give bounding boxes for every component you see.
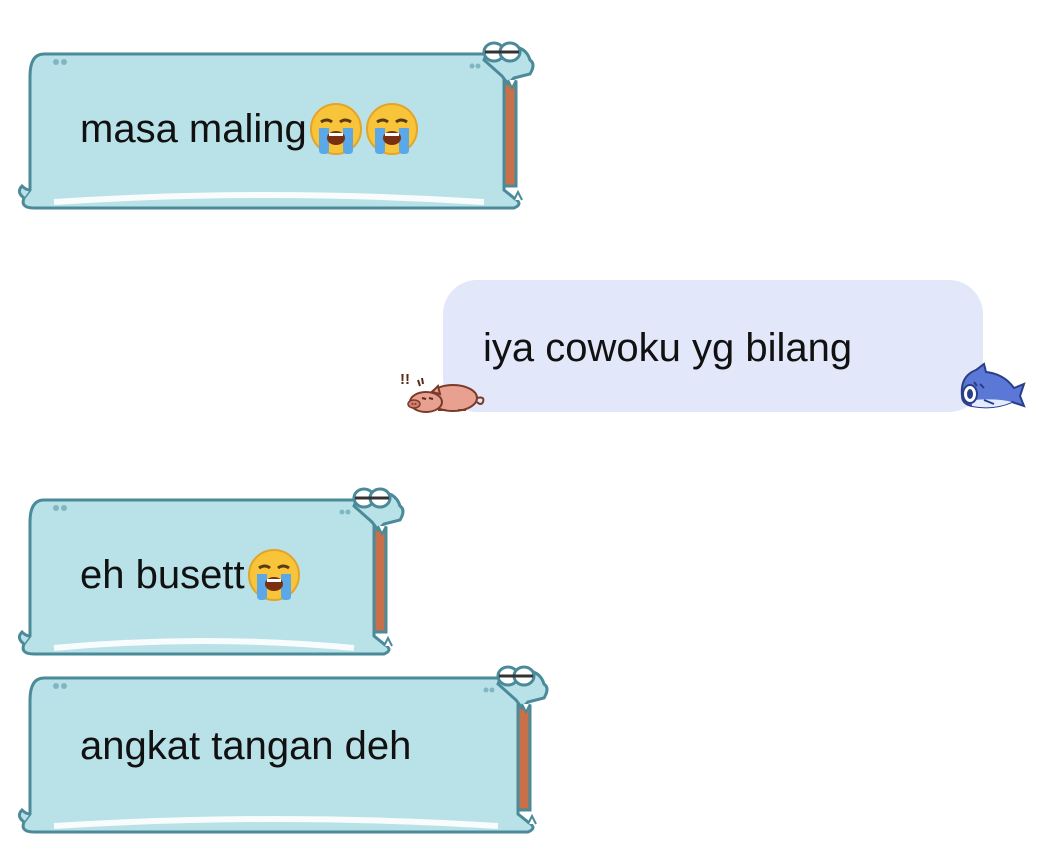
outgoing-message-bubble[interactable]: iya cowoku yg bilang xyxy=(443,280,983,412)
loudly-crying-face-icon xyxy=(365,102,419,156)
message-text: eh busett xyxy=(80,548,301,602)
svg-text:!!: !! xyxy=(400,371,410,388)
loudly-crying-face-icon xyxy=(247,548,301,602)
message-text: iya cowoku yg bilang xyxy=(483,326,853,370)
chat-thread: masa maling iya cowoku yg bilang !! eh b… xyxy=(0,0,1061,864)
loudly-crying-face-icon xyxy=(309,102,363,156)
message-text-content: masa maling xyxy=(80,107,307,151)
incoming-message-bubble[interactable]: angkat tangan deh xyxy=(14,664,564,836)
message-text: masa maling xyxy=(80,102,419,156)
pig-sticker-icon: !! xyxy=(398,368,492,416)
shark-sticker-icon xyxy=(954,362,1026,412)
message-text-content: angkat tangan deh xyxy=(80,724,412,768)
message-text: angkat tangan deh xyxy=(80,726,411,766)
incoming-message-bubble[interactable]: eh busett xyxy=(14,486,414,658)
message-text-content: eh busett xyxy=(80,553,245,597)
incoming-message-bubble[interactable]: masa maling xyxy=(14,40,544,212)
